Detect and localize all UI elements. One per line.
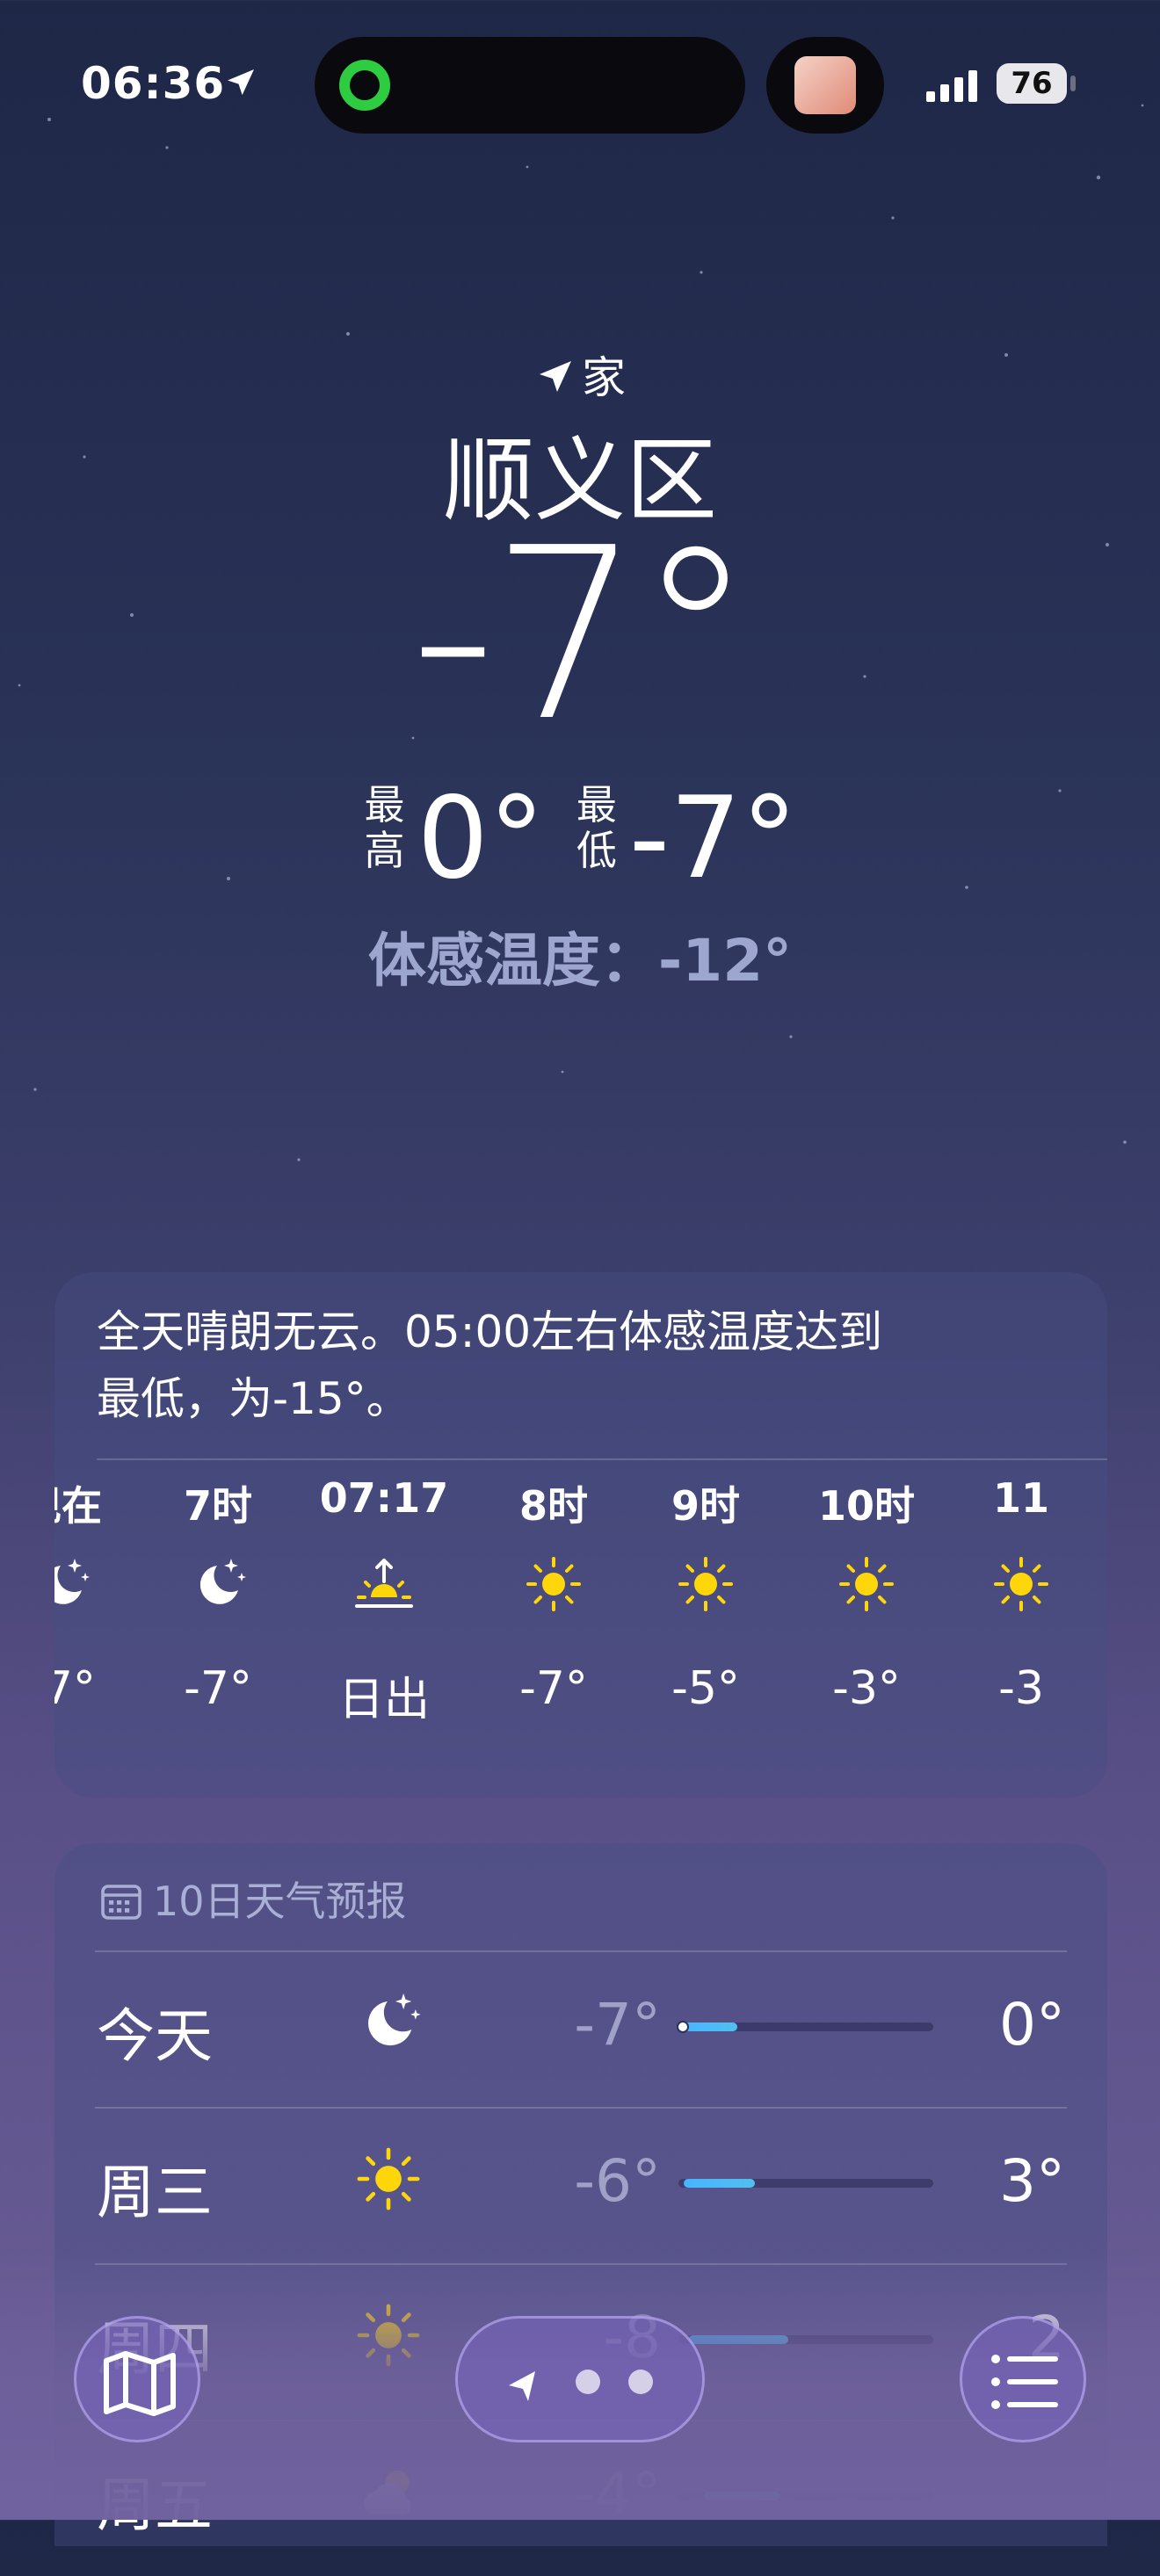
hour-label: 现在 <box>54 1482 102 1530</box>
hour-label: 7时 <box>183 1482 252 1530</box>
range-fill <box>684 2179 755 2188</box>
location-arrow-icon <box>228 69 254 96</box>
hour-temperature: -7° <box>54 1662 96 1715</box>
sun-icon <box>523 1553 584 1615</box>
hour-temperature: -7° <box>519 1662 588 1715</box>
divider <box>97 1458 1107 1460</box>
temperature-range-bar <box>677 2021 933 2033</box>
status-time: 06:36 <box>81 58 226 109</box>
sun-icon <box>990 1553 1052 1615</box>
battery-indicator: 76 <box>997 63 1067 104</box>
summary-line: 最低，为-15°。 <box>97 1373 410 1424</box>
hourly-forecast-card[interactable]: 全天晴朗无云。05:00左右体感温度达到 最低，为-15°。 现在 -7° 7时 -7… <box>54 1272 1107 1798</box>
current-temp-dot <box>677 2021 689 2033</box>
sun-icon <box>836 1553 897 1615</box>
sun-icon <box>675 1553 736 1615</box>
calendar-icon <box>101 1885 141 1920</box>
location-label: 家 <box>0 343 1160 406</box>
map-button[interactable] <box>74 2316 200 2442</box>
temperature-range-bar <box>678 2179 933 2188</box>
low-label: 最低 <box>576 781 617 874</box>
day-label: 今天 <box>97 2002 213 2070</box>
daily-row[interactable]: 今天 -7° 0° <box>54 1950 1107 2107</box>
hour-temperature: 日出 <box>337 1674 430 1726</box>
high-temperature: 3° <box>999 2147 1065 2215</box>
low-temperature: -7° <box>574 1991 661 2059</box>
live-activity-pill[interactable] <box>766 37 884 134</box>
hour-label: 9时 <box>671 1482 740 1530</box>
hour-temperature: -5° <box>671 1662 740 1715</box>
low-temperature: -6° <box>574 2147 661 2215</box>
summary-line: 全天晴朗无云。05:00左右体感温度达到 <box>97 1306 883 1357</box>
moon-stars-icon <box>187 1553 249 1615</box>
high-temperature: 0° <box>999 1991 1065 2059</box>
hour-label: 11 <box>992 1474 1049 1522</box>
hour-temperature: -7° <box>184 1662 252 1715</box>
city-list-button[interactable] <box>960 2316 1086 2442</box>
ten-day-header: 10日天气预报 <box>100 1870 407 1928</box>
hour-temperature: -3 <box>998 1662 1044 1715</box>
page-dot <box>628 2370 653 2394</box>
current-location-icon <box>509 2371 535 2401</box>
page-indicator <box>509 2370 653 2401</box>
day-label: 周三 <box>97 2159 213 2226</box>
moon-stars-icon <box>353 1987 424 2058</box>
low-value: -7° <box>628 773 798 904</box>
high-low-temperature: 最高 0° 最低 -7° <box>0 782 1160 895</box>
location-arrow-icon <box>540 361 571 392</box>
forecast-summary: 全天晴朗无云。05:00左右体感温度达到 最低，为-15°。 <box>97 1299 1063 1432</box>
high-label: 最高 <box>364 781 405 874</box>
high-value: 0° <box>417 773 545 904</box>
page-dot <box>576 2370 600 2394</box>
sunrise-icon <box>353 1553 415 1615</box>
moon-stars-icon <box>54 1553 92 1615</box>
hour-label: 8时 <box>518 1482 588 1530</box>
battery-tip <box>1070 76 1076 91</box>
current-temperature: -7° <box>410 496 755 773</box>
map-icon <box>104 2351 176 2416</box>
home-label: 家 <box>582 352 626 403</box>
list-icon <box>991 2355 1058 2409</box>
status-bar: 06:36 76 <box>0 0 1160 167</box>
hour-label: 07:17 <box>319 1474 449 1522</box>
ten-day-heading: 10日天气预报 <box>153 1878 407 1925</box>
activity-indicator-icon <box>334 54 395 116</box>
sun-icon <box>353 2144 424 2214</box>
dynamic-island[interactable] <box>315 37 745 134</box>
location-pager[interactable] <box>455 2316 705 2442</box>
hour-temperature: -3° <box>832 1662 901 1715</box>
daily-row[interactable]: 周三 -6° 3° <box>54 2107 1107 2263</box>
feels-like: 体感温度：-12° <box>367 927 793 995</box>
hour-label: 10时 <box>817 1482 915 1530</box>
avatar <box>794 56 856 114</box>
hourly-scroller[interactable]: 现在 -7° 7时 -7° 07:17 日出 8时 -7° 9时 -5° 10时 -3° 11 -3 <box>54 1474 1107 1791</box>
cellular-signal-icon <box>926 70 977 102</box>
